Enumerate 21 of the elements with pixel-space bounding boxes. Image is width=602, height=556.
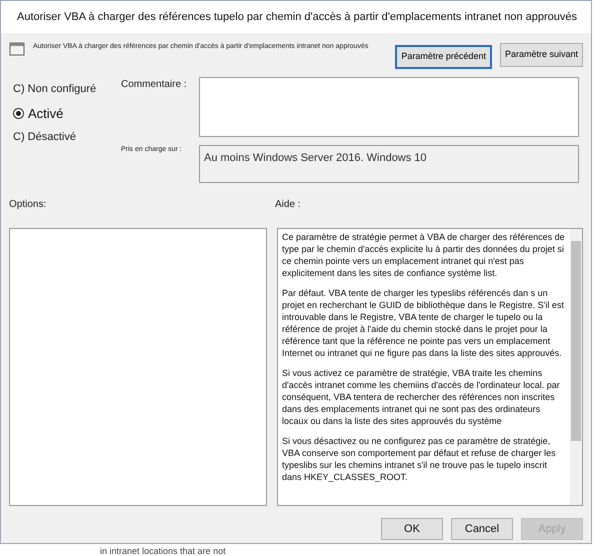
help-label: Aide : (275, 198, 301, 212)
next-setting-button[interactable]: Paramètre suivant (500, 43, 583, 67)
help-paragraph: Ce paramètre de stratégie permet à VBA de charger des références de type par le chemin d'accès explicite lu à partir des données du projet si ce chemin pointe vers un emplacement intranet qui n'est pas explicitement dans les sites de confiance système list. (282, 231, 566, 279)
window-title: Autoriser VBA à charger des références tupelo par chemin d'accès à partir d'emplacements intranet non approuvés (17, 10, 578, 25)
options-label: Options: (9, 198, 48, 212)
previous-setting-button[interactable]: Paramètre précédent (395, 45, 492, 69)
radio-label[interactable]: C) Désactivé (13, 129, 76, 146)
cancel-button[interactable]: Cancel (451, 518, 513, 540)
help-paragraph: Si vous désactivez ou ne configurez pas ce paramètre de stratégie, VBA conserve son comportement par défaut et refuse de charger les typeslibs sur les chemins intranet s'il ne trouve pas le tupelo inscrit dans HKEY_CLASSES_ROOT. (282, 435, 557, 483)
comment-label: Commentaire : (121, 78, 188, 92)
setting-icon (9, 41, 25, 57)
supported-field: Au moins Windows Server 2016. Windows 10 (199, 145, 579, 183)
help-paragraph: Par défaut. VBA tente de charger les typeslibs référencés dan s un projet en recherchant le GUID de bibliothèque dans le Registre. S'il est introuvable dans le Registre, VBA tente de charger le tupelo ou la référence de projet à l'aide du chemin stocké dans le projet pour la référence tant que la référence ne pointe pas vers un emplacement Internet ou intranet qui ne figure pas dans la liste des sites approuvés. (282, 287, 565, 359)
comment-field[interactable] (199, 77, 579, 137)
scrollbar[interactable] (570, 229, 582, 505)
radio-label[interactable]: Activé (28, 104, 64, 123)
ok-button[interactable]: OK (381, 518, 443, 540)
help-paragraph: Si vous activez ce paramètre de stratégie, VBA traite les chemins d'accès intranet comme les chemiins d'accès de l'ordinateur local. par conséquent, VBA tentera de rechercher des références non inscrites dans des emplacements intranet qui ne sont pas des ordinateurs locaux ou dans la liste des sites approuvés du système (282, 367, 561, 427)
radio-button[interactable] (13, 108, 24, 119)
background-text: in intranet locations that are not (100, 546, 226, 556)
radio-label[interactable]: C) Non configuré (13, 81, 96, 98)
